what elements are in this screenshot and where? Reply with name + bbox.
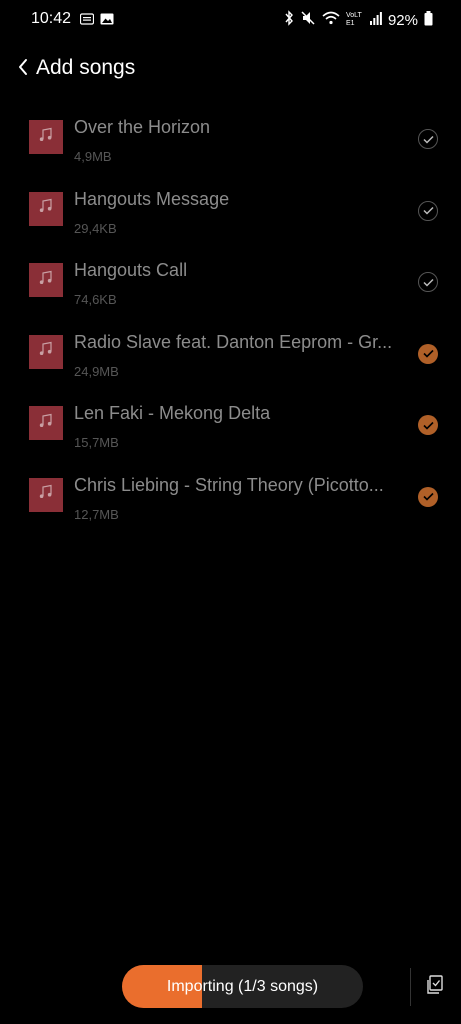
song-size: 74,6KB [74, 292, 117, 308]
status-bar: 10:42 VoLTE1 92% [0, 0, 461, 40]
select-all-icon [426, 974, 444, 1000]
imported-check-icon [418, 272, 438, 293]
music-note-icon [38, 484, 54, 505]
song-thumbnail [29, 334, 63, 369]
wifi-icon [322, 11, 340, 29]
song-item[interactable]: Len Faki - Mekong Delta 15,7MB [0, 389, 461, 461]
song-title: Len Faki - Mekong Delta [74, 403, 271, 424]
song-title: Radio Slave feat. Danton Eeprom - Gr... [74, 331, 393, 352]
song-title: Over the Horizon [74, 117, 211, 137]
song-thumbnail [29, 191, 63, 226]
song-thumbnail [29, 406, 63, 441]
imported-check-icon [418, 200, 438, 221]
song-size: 12,7MB [74, 506, 119, 522]
page-title: Add songs [36, 56, 136, 79]
chevron-left-icon [17, 58, 29, 81]
mute-icon [300, 10, 316, 30]
signal-icon [369, 11, 382, 29]
status-right-icons: VoLTE1 92% [284, 10, 433, 30]
music-note-icon [38, 127, 54, 148]
sim-card-icon [79, 12, 95, 30]
music-note-icon [38, 413, 54, 434]
gallery-icon [100, 12, 114, 30]
divider [410, 968, 411, 1006]
song-item[interactable]: Hangouts Call 74,6KB [0, 246, 461, 318]
header: Add songs [0, 52, 461, 86]
song-size: 24,9MB [74, 363, 119, 379]
song-size: 15,7MB [74, 435, 119, 451]
import-label: Importing (1/3 songs) [166, 977, 319, 995]
status-time: 10:42 [31, 10, 72, 27]
music-note-icon [38, 198, 54, 219]
song-title: Hangouts Call [74, 260, 188, 281]
song-list: Over the Horizon 4,9MB Hangouts Message … [0, 103, 461, 533]
imported-check-icon [418, 129, 438, 149]
back-button[interactable] [12, 56, 34, 82]
selected-checkbox[interactable] [418, 343, 438, 364]
song-size: 4,9MB [74, 149, 112, 164]
song-thumbnail [29, 120, 63, 154]
song-item[interactable]: Hangouts Message 29,4KB [0, 175, 461, 247]
select-all-button[interactable] [424, 974, 446, 1000]
battery-percent: 92% [387, 11, 418, 29]
selected-checkbox[interactable] [418, 415, 438, 436]
import-button[interactable]: Importing (1/3 songs) [122, 965, 363, 1008]
song-size: 29,4KB [74, 220, 117, 236]
song-title: Hangouts Message [74, 188, 230, 209]
song-item[interactable]: Over the Horizon 4,9MB [0, 103, 461, 175]
song-title: Chris Liebing - String Theory (Picotto..… [74, 474, 384, 495]
network-label: VoLTE1 [345, 12, 362, 27]
selected-checkbox[interactable] [418, 486, 438, 507]
song-thumbnail [29, 477, 63, 512]
song-item[interactable]: Chris Liebing - String Theory (Picotto..… [0, 461, 461, 533]
song-thumbnail [29, 263, 63, 298]
battery-icon [424, 10, 433, 30]
music-note-icon [38, 270, 54, 291]
status-left-icons [79, 12, 114, 30]
bluetooth-icon [284, 10, 294, 30]
music-note-icon [38, 341, 54, 362]
song-item[interactable]: Radio Slave feat. Danton Eeprom - Gr... … [0, 318, 461, 390]
